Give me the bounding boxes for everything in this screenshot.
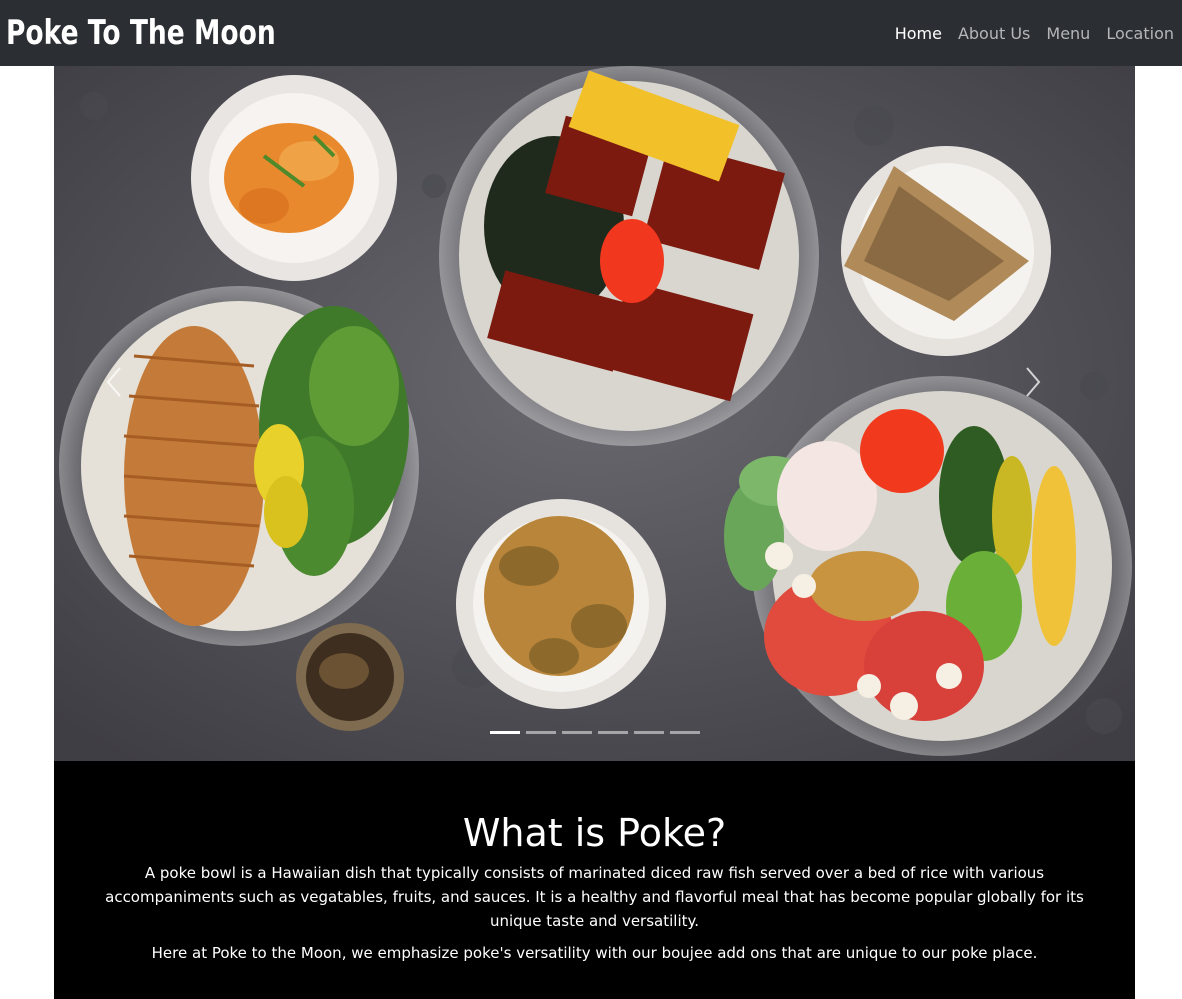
- carousel-indicator-5[interactable]: [634, 731, 664, 734]
- nav-location[interactable]: Location: [1106, 24, 1174, 43]
- carousel-indicator-2[interactable]: [526, 731, 556, 734]
- sauce-bowl-image: [191, 75, 397, 281]
- navbar: Poke To The Moon Home About Us Menu Loca…: [0, 0, 1182, 66]
- grilled-fish-bowl-image: [841, 146, 1051, 356]
- carousel-prev-button[interactable]: [104, 366, 164, 436]
- carousel-indicator-1[interactable]: [490, 731, 520, 734]
- about-paragraph-2: Here at Poke to the Moon, we emphasize p…: [151, 944, 1038, 962]
- eel-bowl-image: [439, 66, 819, 446]
- chevron-right-icon: [1026, 367, 1041, 397]
- nav-menu[interactable]: Menu: [1046, 24, 1090, 43]
- nav-about-us[interactable]: About Us: [958, 24, 1030, 43]
- about-poke-section: What is Poke? A poke bowl is a Hawaiian …: [54, 761, 1135, 999]
- carousel-indicator-6[interactable]: [670, 731, 700, 734]
- carousel-indicator-3[interactable]: [562, 731, 592, 734]
- nav-links: Home About Us Menu Location: [879, 24, 1174, 43]
- about-paragraph-1: A poke bowl is a Hawaiian dish that typi…: [105, 864, 1084, 930]
- chicken-bowl-image: [59, 286, 419, 646]
- chevron-left-icon: [106, 367, 121, 397]
- nav-home[interactable]: Home: [895, 24, 942, 43]
- carousel-indicators: [490, 731, 706, 734]
- salmon-skin-bowl-image: [456, 499, 666, 709]
- carousel-indicator-4[interactable]: [598, 731, 628, 734]
- mushroom-jar-image: [296, 623, 404, 731]
- section-heading: What is Poke?: [462, 811, 727, 855]
- carousel-next-button[interactable]: [1023, 366, 1083, 436]
- hero-carousel: [54, 66, 1135, 761]
- carousel-slide-image: [54, 66, 1135, 761]
- brand-logo[interactable]: Poke To The Moon: [6, 13, 276, 53]
